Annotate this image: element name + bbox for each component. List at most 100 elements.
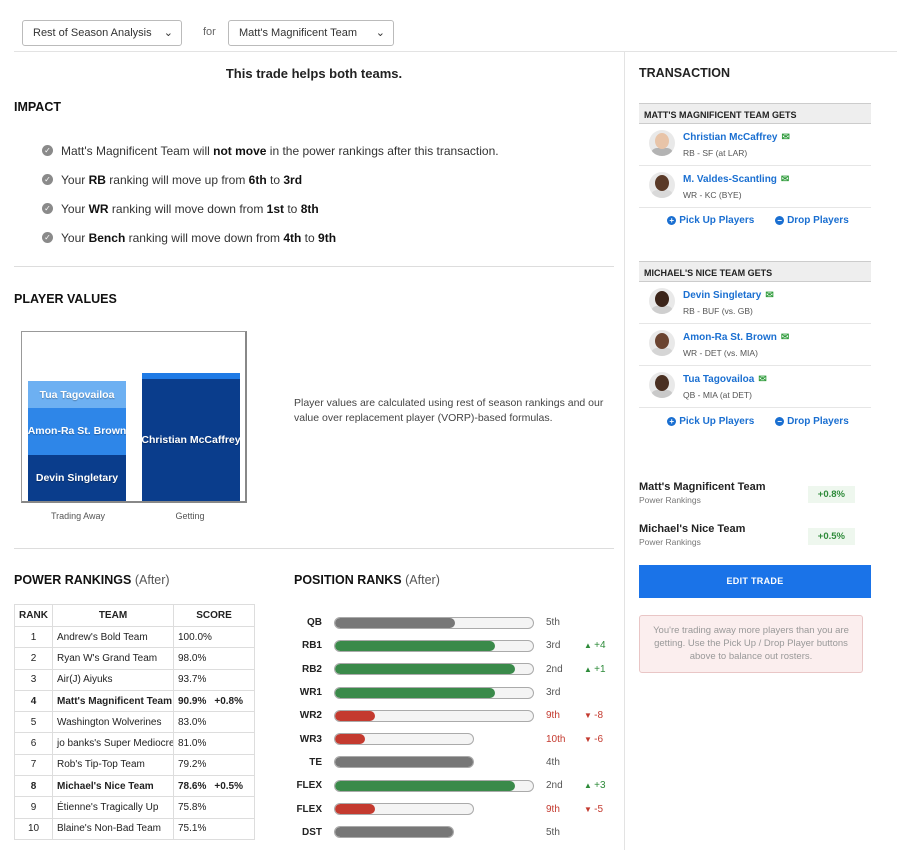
pick-up-players-link[interactable]: + Pick Up Players bbox=[661, 215, 754, 226]
score-cell: 100.0% bbox=[173, 625, 255, 649]
score-header: SCORE bbox=[173, 604, 255, 627]
note-icon[interactable]: ✉ bbox=[781, 132, 789, 143]
player-info: QB - MIA (at DET) bbox=[683, 390, 752, 400]
position-ranks-heading: POSITION RANKS (After) bbox=[294, 573, 440, 587]
drop-players-link[interactable]: − Drop Players bbox=[769, 215, 849, 226]
team-cell: Andrew's Bold Team bbox=[52, 625, 174, 649]
player-name-link[interactable]: Devin Singletary ✉ bbox=[683, 290, 774, 301]
position-rank-value: 3rd bbox=[546, 687, 561, 699]
score-cell: 79.2% bbox=[173, 753, 255, 777]
table-header-row: RANK TEAM SCORE bbox=[14, 604, 255, 627]
position-rank-row: WR3 10th ▼ -6 bbox=[294, 727, 614, 750]
minus-circle-icon: − bbox=[775, 417, 785, 426]
team2-summary: Michael's Nice Team Power Rankings +0.5% bbox=[639, 523, 871, 547]
position-bar-fill bbox=[335, 780, 515, 791]
divider bbox=[14, 548, 614, 549]
position-change-value: -5 bbox=[594, 803, 604, 815]
summary-change-badge: +0.8% bbox=[807, 486, 855, 503]
position-rank-row: WR2 9th ▼ -8 bbox=[294, 704, 614, 727]
player-values-chart: Devin Singletary Amon-Ra St. Brown Tua Tag… bbox=[21, 331, 247, 503]
table-row: 7 Rob's Tip-Top Team 79.2% bbox=[14, 753, 255, 777]
table-row: 6 jo banks's Super Mediocre 81.0% bbox=[14, 732, 255, 755]
impact-text-part: Your bbox=[61, 230, 89, 245]
score-change: +0.8% bbox=[214, 695, 243, 707]
avatar-body bbox=[651, 190, 673, 198]
edit-trade-button[interactable]: EDIT TRADE bbox=[639, 565, 871, 598]
pick-up-players-link[interactable]: + Pick Up Players bbox=[661, 416, 754, 427]
analysis-select-value: Rest of Season Analysis bbox=[33, 27, 152, 39]
player-name-link[interactable]: Christian McCaffrey ✉ bbox=[683, 132, 790, 143]
score-cell: 98.0% bbox=[173, 647, 255, 670]
team-cell: jo banks's Super Mediocre bbox=[52, 732, 174, 755]
score-value: 78.6% bbox=[178, 780, 207, 792]
minus-circle-icon: − bbox=[775, 216, 785, 225]
position-rank-change: ▼ -8 bbox=[584, 710, 603, 721]
impact-text: Your WR ranking will move down from 1st … bbox=[61, 202, 319, 216]
analysis-select[interactable]: Rest of Season Analysis ⌄ bbox=[22, 20, 182, 46]
top-bar: Rest of Season Analysis ⌄ for Matt's Mag… bbox=[0, 0, 911, 52]
impact-text-part: ranking will move up from bbox=[105, 172, 249, 187]
check-circle-icon: ✓ bbox=[42, 232, 53, 243]
plus-circle-icon: + bbox=[667, 216, 677, 225]
avatar-head bbox=[655, 175, 669, 191]
position-rank-row: RB1 3rd ▲ +4 bbox=[294, 634, 614, 657]
impact-text-part: 4th bbox=[283, 230, 302, 245]
position-label: FLEX bbox=[296, 780, 322, 792]
power-rankings-heading: POWER RANKINGS (After) bbox=[14, 573, 170, 587]
team1-roster-actions: + Pick Up Players − Drop Players bbox=[639, 215, 871, 226]
avatar-head bbox=[655, 291, 669, 307]
rank-cell: 2 bbox=[14, 647, 53, 670]
impact-text-part: Your bbox=[61, 201, 89, 216]
table-row: 3 Air(J) Aiyuks 93.7% bbox=[14, 668, 255, 691]
note-icon[interactable]: ✉ bbox=[781, 174, 789, 185]
position-rank-row: RB2 2nd ▲ +1 bbox=[294, 658, 614, 681]
rank-cell: 7 bbox=[14, 753, 53, 777]
position-bar-fill bbox=[335, 804, 375, 815]
note-icon[interactable]: ✉ bbox=[781, 332, 789, 343]
score-value: 93.7% bbox=[178, 674, 207, 686]
player-avatar bbox=[649, 330, 675, 356]
position-label: DST bbox=[302, 826, 322, 838]
player-value-cap bbox=[142, 372, 240, 379]
impact-text-part: 6th bbox=[248, 172, 267, 187]
impact-text-part: to bbox=[266, 172, 284, 187]
rank-cell: 6 bbox=[14, 732, 53, 755]
player-value-segment: Amon-Ra St. Brown bbox=[28, 407, 126, 455]
impact-text-part: 3rd bbox=[283, 172, 303, 187]
position-rank-row: FLEX 9th ▼ -5 bbox=[294, 797, 614, 820]
arrow-up-icon: ▲ bbox=[584, 641, 595, 651]
avatar-head bbox=[655, 375, 669, 391]
position-rank-value: 3rd bbox=[546, 640, 561, 652]
position-rank-row: DST 5th bbox=[294, 821, 614, 844]
trading-away-caption: Trading Away bbox=[50, 511, 106, 521]
team1-summary: Matt's Magnificent Team Power Rankings +… bbox=[639, 481, 871, 505]
position-ranks-title: POSITION RANKS bbox=[294, 573, 402, 587]
position-bar-fill bbox=[335, 734, 365, 745]
position-rank-row: QB 5th bbox=[294, 611, 614, 634]
player-name-link[interactable]: Tua Tagovailoa ✉ bbox=[683, 374, 767, 385]
position-label: QB bbox=[307, 617, 322, 629]
position-rank-change: ▲ +4 bbox=[584, 640, 606, 651]
note-icon[interactable]: ✉ bbox=[765, 290, 773, 301]
position-bar-track bbox=[334, 616, 534, 629]
table-row: 9 Étienne's Tragically Up 75.8% bbox=[14, 796, 255, 819]
pick-up-label: Pick Up Players bbox=[679, 215, 755, 226]
score-cell: 90.9% +0.8% bbox=[173, 689, 255, 713]
impact-text-part: to bbox=[301, 230, 319, 245]
player-name: Amon-Ra St. Brown bbox=[683, 332, 777, 343]
score-cell: 75.8% bbox=[173, 796, 255, 819]
team1-gets-header: MATT'S MAGNIFICENT TEAM GETS bbox=[639, 103, 871, 124]
avatar-body bbox=[651, 306, 673, 314]
player-name-link[interactable]: M. Valdes-Scantling ✉ bbox=[683, 174, 789, 185]
rank-cell: 9 bbox=[14, 796, 53, 819]
score-value: 79.2% bbox=[178, 759, 207, 771]
player-value-segment: Devin Singletary bbox=[28, 454, 126, 501]
check-circle-icon: ✓ bbox=[42, 174, 53, 185]
player-row: M. Valdes-Scantling ✉ WR - KC (BYE) bbox=[639, 166, 871, 208]
player-name: M. Valdes-Scantling bbox=[683, 174, 777, 185]
note-icon[interactable]: ✉ bbox=[758, 374, 766, 385]
drop-players-link[interactable]: − Drop Players bbox=[769, 416, 849, 427]
divider bbox=[14, 266, 614, 267]
player-name-link[interactable]: Amon-Ra St. Brown ✉ bbox=[683, 332, 789, 343]
team-select[interactable]: Matt's Magnificent Team ⌄ bbox=[228, 20, 394, 46]
